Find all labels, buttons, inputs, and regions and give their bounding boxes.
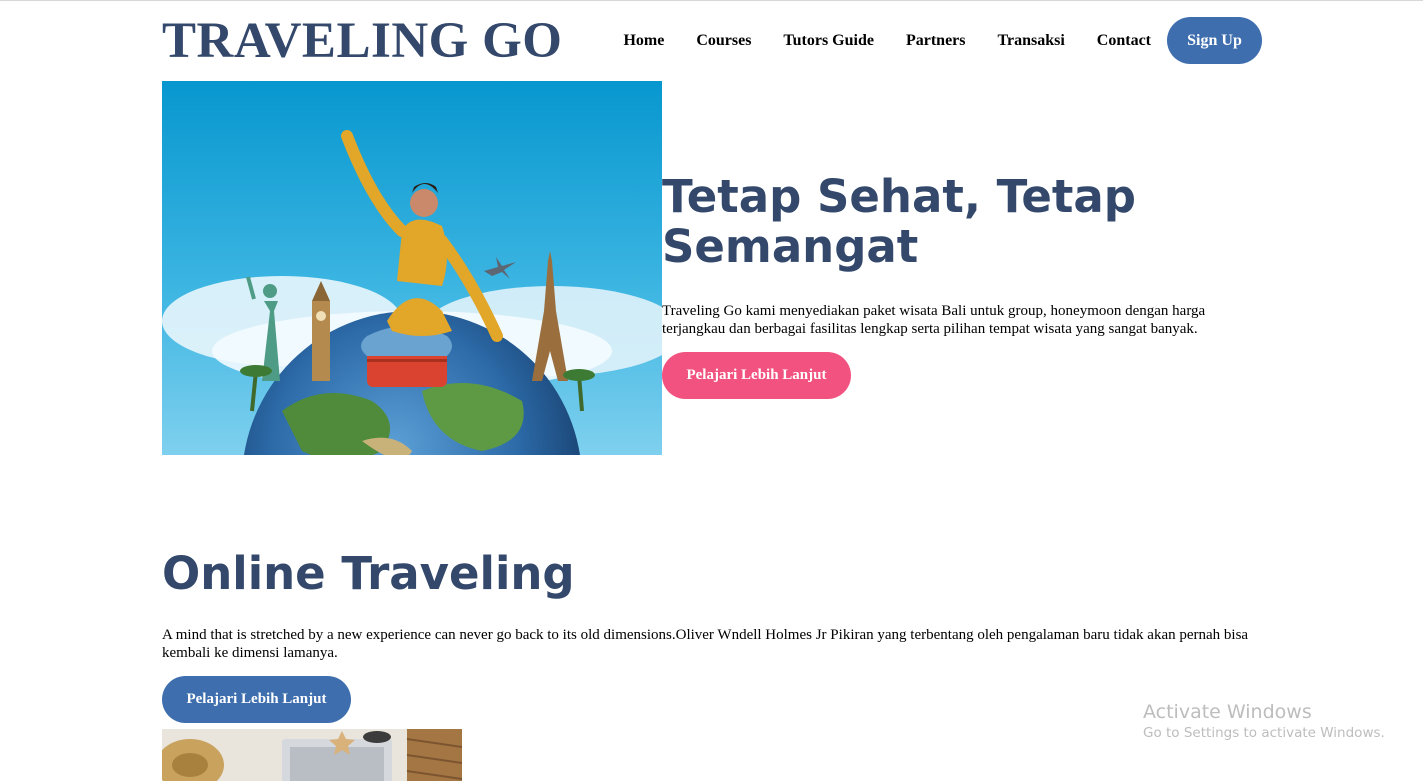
main-nav: Home Courses Tutors Guide Partners Trans… — [623, 17, 1262, 64]
hero-description: Traveling Go kami menyediakan paket wisa… — [662, 303, 1206, 337]
section-learn-more-button[interactable]: Pelajari Lebih Lanjut — [162, 676, 351, 723]
nav-link-partners[interactable]: Partners — [906, 32, 966, 50]
top-border — [0, 0, 1423, 1]
nav-link-home[interactable]: Home — [623, 32, 664, 50]
section-title: Online Traveling — [162, 547, 575, 600]
site-logo[interactable]: TRAVELING GO — [162, 14, 562, 68]
windows-activation-watermark: Activate Windows Go to Settings to activ… — [1143, 701, 1385, 742]
hero-title: Tetap Sehat, Tetap Semangat — [662, 170, 1136, 273]
hero-image — [162, 81, 662, 455]
section-description: A mind that is stretched by a new experi… — [162, 627, 1249, 661]
nav-link-courses[interactable]: Courses — [696, 32, 751, 50]
nav-link-contact[interactable]: Contact — [1097, 32, 1151, 50]
signup-button[interactable]: Sign Up — [1167, 17, 1262, 64]
travel-flatlay-image — [162, 729, 462, 781]
nav-link-transaksi[interactable]: Transaksi — [998, 32, 1065, 50]
hero-learn-more-button[interactable]: Pelajari Lebih Lanjut — [662, 352, 851, 399]
watermark-title: Activate Windows — [1143, 701, 1312, 723]
nav-link-tutors-guide[interactable]: Tutors Guide — [783, 32, 874, 50]
site-header: TRAVELING GO Home Courses Tutors Guide P… — [162, 14, 1262, 68]
watermark-subtitle: Go to Settings to activate Windows. — [1143, 725, 1385, 741]
